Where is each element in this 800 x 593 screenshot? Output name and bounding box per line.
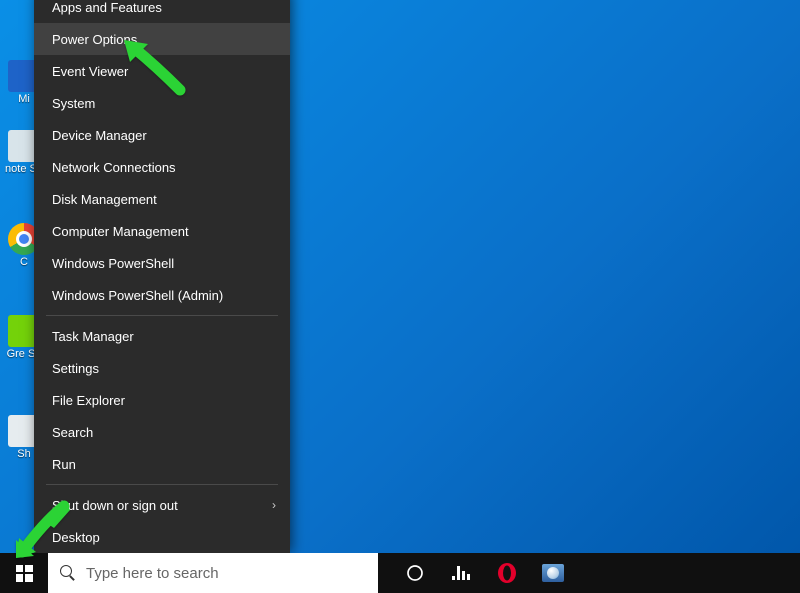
chevron-right-icon: ›: [272, 498, 276, 512]
menu-item-device-manager[interactable]: Device Manager: [34, 119, 290, 151]
circle-icon: [406, 564, 424, 582]
menu-separator: [46, 315, 278, 316]
menu-item-label: Disk Management: [52, 192, 157, 207]
search-box[interactable]: Type here to search: [48, 553, 378, 593]
menu-item-label: Shut down or sign out: [52, 498, 178, 513]
search-icon: [60, 565, 76, 581]
task-view-button[interactable]: [438, 553, 484, 593]
menu-item-computer-management[interactable]: Computer Management: [34, 215, 290, 247]
menu-item-label: Windows PowerShell (Admin): [52, 288, 223, 303]
menu-item-task-manager[interactable]: Task Manager: [34, 320, 290, 352]
menu-item-label: Task Manager: [52, 329, 134, 344]
menu-item-disk-management[interactable]: Disk Management: [34, 183, 290, 215]
menu-item-desktop[interactable]: Desktop: [34, 521, 290, 553]
start-button[interactable]: [0, 553, 48, 593]
opera-taskbar-button[interactable]: [484, 553, 530, 593]
menu-item-search[interactable]: Search: [34, 416, 290, 448]
menu-item-label: Settings: [52, 361, 99, 376]
menu-item-label: Computer Management: [52, 224, 189, 239]
taskbar: Type here to search: [0, 553, 800, 593]
menu-item-windows-powershell[interactable]: Windows PowerShell: [34, 247, 290, 279]
menu-item-windows-powershell-admin[interactable]: Windows PowerShell (Admin): [34, 279, 290, 311]
menu-item-label: System: [52, 96, 95, 111]
menu-item-run[interactable]: Run: [34, 448, 290, 480]
menu-item-label: Search: [52, 425, 93, 440]
menu-item-settings[interactable]: Settings: [34, 352, 290, 384]
cortana-button[interactable]: [392, 553, 438, 593]
menu-item-file-explorer[interactable]: File Explorer: [34, 384, 290, 416]
menu-item-shut-down-or-sign-out[interactable]: Shut down or sign out ›: [34, 489, 290, 521]
menu-item-label: Event Viewer: [52, 64, 128, 79]
task-view-icon: [452, 566, 470, 580]
search-placeholder: Type here to search: [86, 565, 219, 582]
menu-item-event-viewer[interactable]: Event Viewer: [34, 55, 290, 87]
windows-logo-icon: [16, 565, 33, 582]
menu-item-label: Run: [52, 457, 76, 472]
menu-item-label: Device Manager: [52, 128, 147, 143]
menu-item-label: Network Connections: [52, 160, 176, 175]
winx-context-menu: Apps and Features Power Options Event View…: [34, 0, 290, 553]
menu-item-system[interactable]: System: [34, 87, 290, 119]
menu-item-power-options[interactable]: Power Options: [34, 23, 290, 55]
menu-item-label: Apps and Features: [52, 0, 162, 15]
app-icon: [542, 564, 564, 582]
menu-item-label: Windows PowerShell: [52, 256, 174, 271]
app-taskbar-button[interactable]: [530, 553, 576, 593]
opera-icon: [496, 562, 518, 584]
menu-item-label: File Explorer: [52, 393, 125, 408]
menu-separator: [46, 484, 278, 485]
menu-item-label: Desktop: [52, 530, 100, 545]
menu-item-apps-and-features[interactable]: Apps and Features: [34, 0, 290, 23]
menu-item-label: Power Options: [52, 32, 137, 47]
menu-item-network-connections[interactable]: Network Connections: [34, 151, 290, 183]
